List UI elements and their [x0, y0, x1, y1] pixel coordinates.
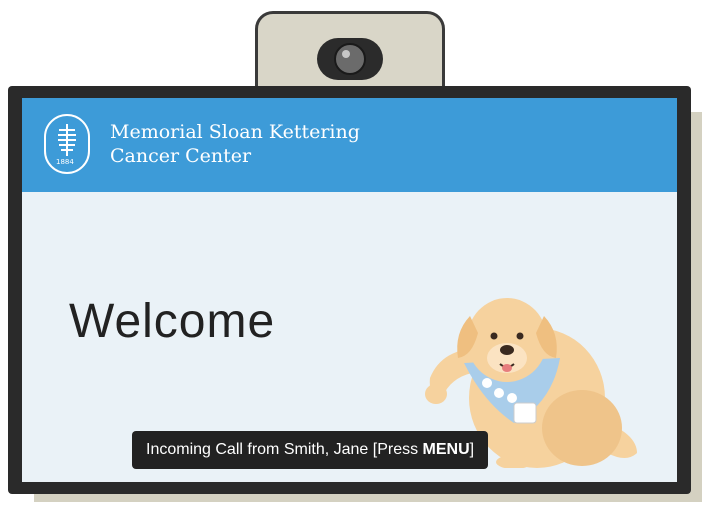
- logo-year: 1884: [56, 158, 74, 166]
- camera-lens: [334, 43, 366, 75]
- org-name-line2: Cancer Center: [110, 145, 252, 167]
- welcome-heading: Welcome: [69, 295, 276, 348]
- notification-suffix: ]: [469, 441, 475, 458]
- menu-key-label: MENU: [422, 441, 470, 458]
- tv-frame: 1884 Memorial Sloan Kettering Cancer Cen…: [8, 86, 691, 494]
- tv-screen: 1884 Memorial Sloan Kettering Cancer Cen…: [22, 98, 677, 482]
- dog-mascot-illustration: [425, 298, 637, 468]
- camera-icon: [317, 38, 383, 80]
- notification-text: Incoming Call from Smith, Jane [Press: [146, 441, 423, 458]
- org-name-line1: Memorial Sloan Kettering: [110, 121, 360, 143]
- header-bar: 1884 Memorial Sloan Kettering Cancer Cen…: [22, 98, 677, 192]
- org-name: Memorial Sloan Kettering Cancer Center: [110, 120, 360, 168]
- incoming-call-notification[interactable]: Incoming Call from Smith, Jane [Press ME…: [132, 431, 489, 469]
- msk-logo-icon: 1884: [44, 114, 90, 174]
